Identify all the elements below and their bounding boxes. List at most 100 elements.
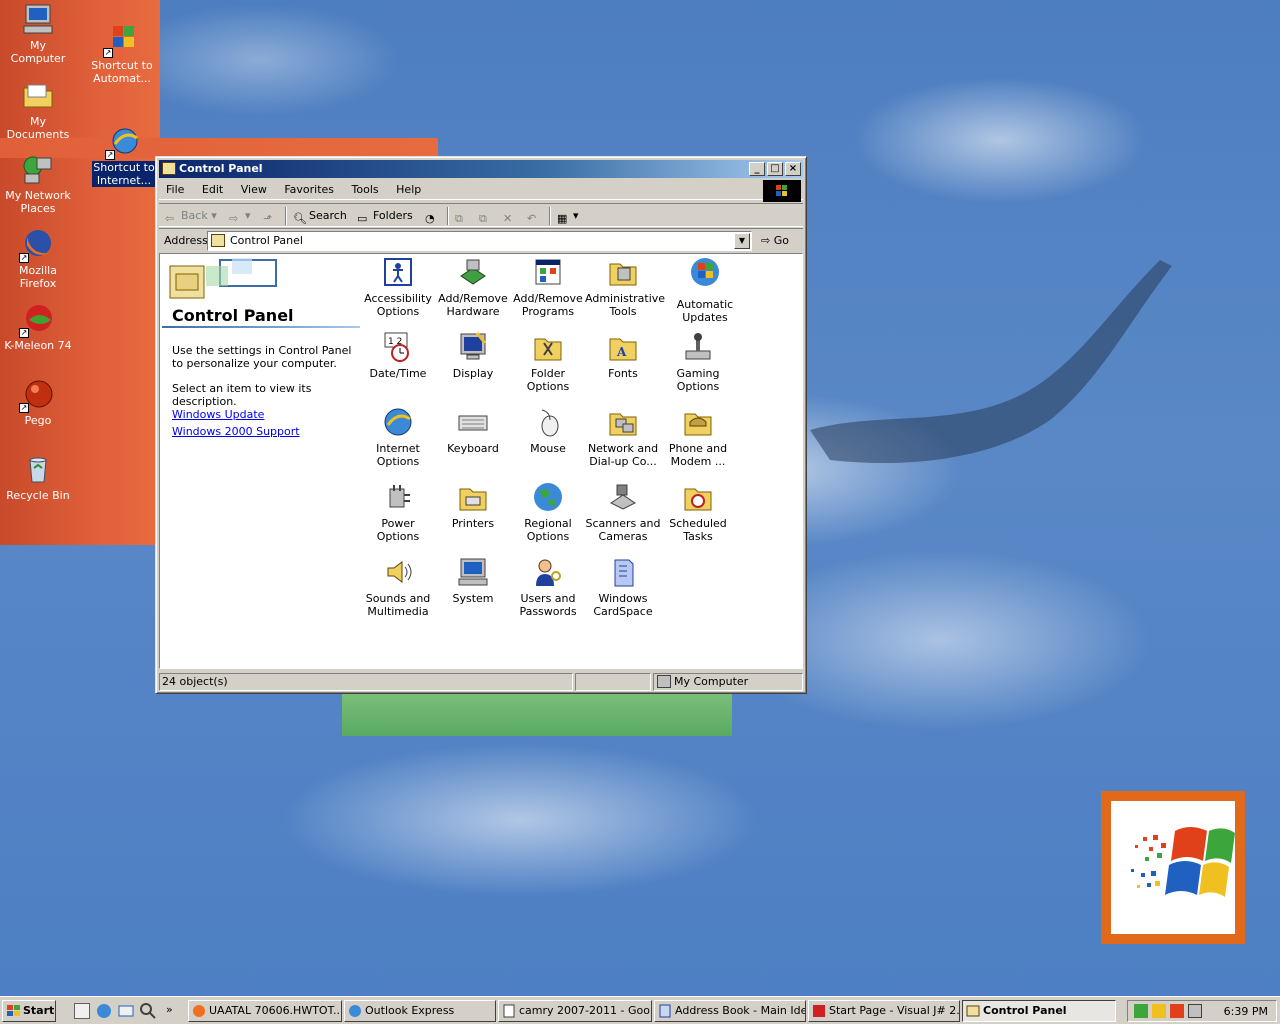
visual-studio-icon bbox=[812, 1004, 826, 1018]
delete-button[interactable]: ✕ bbox=[503, 207, 519, 225]
cp-item-sounds-multimedia[interactable]: Sounds and Multimedia bbox=[360, 556, 436, 618]
cp-item-internet-options[interactable]: Internet Options bbox=[360, 406, 436, 468]
windows-2000-support-link[interactable]: Windows 2000 Support bbox=[172, 425, 300, 438]
title-bar[interactable]: Control Panel _ □ × bbox=[159, 160, 803, 178]
up-folder-button[interactable]: ⬏ bbox=[263, 207, 279, 225]
cp-item-accessibility-options[interactable]: Accessibility Options bbox=[360, 256, 436, 318]
outlook-express-icon[interactable] bbox=[118, 1003, 134, 1019]
left-pane-hint: Select an item to view its description. bbox=[172, 382, 312, 408]
left-pane-description: Use the settings in Control Panel to per… bbox=[172, 344, 352, 370]
cp-item-system[interactable]: System bbox=[435, 556, 511, 605]
go-button[interactable]: ⇨ Go bbox=[761, 234, 789, 247]
cp-item-automatic-updates[interactable]: Automatic Updates bbox=[667, 256, 743, 324]
cp-item-label: Administrative Tools bbox=[585, 292, 666, 318]
search-button[interactable]: 🔍︎ Search bbox=[293, 207, 347, 225]
shortcut-arrow-icon: ↗ bbox=[19, 253, 29, 263]
cp-item-label: Sounds and Multimedia bbox=[365, 592, 431, 618]
windows-update-link[interactable]: Windows Update bbox=[172, 408, 264, 421]
internet-explorer-icon bbox=[382, 406, 414, 438]
cp-item-phone-modem[interactable]: Phone and Modem ... bbox=[660, 406, 736, 468]
cp-item-keyboard[interactable]: Keyboard bbox=[435, 406, 511, 455]
taskbar: Start » UAATAL 70606.HWTOT... Outlook Ex… bbox=[0, 996, 1280, 1024]
cp-item-scheduled-tasks[interactable]: Scheduled Tasks bbox=[660, 481, 736, 543]
desktop-icon-mozilla-firefox[interactable]: ↗ Mozilla Firefox bbox=[0, 227, 76, 290]
desktop-icon-my-computer[interactable]: My Computer bbox=[0, 2, 76, 65]
cp-item-power-options[interactable]: Power Options bbox=[360, 481, 436, 543]
cp-item-regional-options[interactable]: Regional Options bbox=[510, 481, 586, 543]
copy-to-button[interactable]: ⧉ bbox=[479, 207, 495, 225]
back-button[interactable]: ⇦ Back ▾ bbox=[165, 207, 217, 225]
cp-item-label: Accessibility Options bbox=[364, 292, 432, 318]
cp-item-scanners-cameras[interactable]: Scanners and Cameras bbox=[585, 481, 661, 543]
cp-item-users-passwords[interactable]: Users and Passwords bbox=[510, 556, 586, 618]
menu-favorites[interactable]: Favorites bbox=[277, 180, 341, 199]
address-field[interactable]: Control Panel ▼ bbox=[207, 231, 752, 251]
menu-view[interactable]: View bbox=[234, 180, 274, 199]
forward-button[interactable]: ⇨ ▾ bbox=[229, 207, 251, 225]
folder-options-icon bbox=[532, 331, 564, 363]
cp-item-add-remove-programs[interactable]: Add/Remove Programs bbox=[510, 256, 586, 318]
tray-display-icon[interactable] bbox=[1188, 1004, 1202, 1018]
desktop-icon-pego[interactable]: ↗ Pego bbox=[0, 377, 76, 427]
cp-item-administrative-tools[interactable]: Administrative Tools bbox=[585, 256, 665, 318]
desktop-icon-shortcut-automatic[interactable]: ↗ Shortcut to Automat... bbox=[84, 22, 160, 85]
minimize-button[interactable]: _ bbox=[749, 162, 765, 176]
cp-item-display[interactable]: Display bbox=[435, 331, 511, 380]
tray-volume-icon[interactable] bbox=[1152, 1004, 1166, 1018]
task-button-control-panel[interactable]: Control Panel bbox=[962, 1000, 1116, 1022]
task-label: Outlook Express bbox=[365, 1004, 455, 1017]
menu-edit[interactable]: Edit bbox=[195, 180, 230, 199]
menu-help[interactable]: Help bbox=[389, 180, 428, 199]
windows-logo-icon bbox=[1131, 827, 1235, 897]
desktop-icon-recycle-bin[interactable]: Recycle Bin bbox=[0, 452, 76, 502]
desktop-icon-my-network-places[interactable]: My Network Places bbox=[0, 152, 76, 215]
folders-button[interactable]: ▭ Folders bbox=[357, 207, 413, 225]
cp-item-windows-cardspace[interactable]: Windows CardSpace bbox=[585, 556, 661, 618]
search-icon[interactable] bbox=[140, 1003, 156, 1019]
move-to-button[interactable]: ⧉ bbox=[455, 207, 471, 225]
menu-bar: File Edit View Favorites Tools Help bbox=[159, 180, 803, 202]
cp-item-add-remove-hardware[interactable]: Add/Remove Hardware bbox=[435, 256, 511, 318]
cp-item-gaming-options[interactable]: Gaming Options bbox=[660, 331, 736, 393]
cp-item-folder-options[interactable]: Folder Options bbox=[510, 331, 586, 393]
maximize-button[interactable]: □ bbox=[767, 162, 783, 176]
more-quicklaunch-icon[interactable]: » bbox=[166, 1003, 182, 1019]
task-button-firefox[interactable]: UAATAL 70606.HWTOT... bbox=[188, 1000, 342, 1022]
start-button[interactable]: Start bbox=[2, 1000, 56, 1022]
cp-item-network-dialup[interactable]: Network and Dial-up Co... bbox=[585, 406, 661, 468]
views-button[interactable]: ▦ ▾ bbox=[557, 207, 579, 225]
tray-windows-update-icon[interactable] bbox=[1170, 1004, 1184, 1018]
task-button-address-book[interactable]: Address Book - Main Ide... bbox=[654, 1000, 806, 1022]
cp-item-printers[interactable]: Printers bbox=[435, 481, 511, 530]
tray-network-icon[interactable] bbox=[1134, 1004, 1148, 1018]
task-button-camry[interactable]: camry 2007-2011 - Goo... bbox=[498, 1000, 652, 1022]
outlook-icon bbox=[348, 1004, 362, 1018]
cp-item-label: Mouse bbox=[530, 442, 566, 455]
internet-explorer-icon[interactable] bbox=[96, 1003, 112, 1019]
wallpaper-green-band bbox=[342, 692, 732, 736]
cp-item-fonts[interactable]: A Fonts bbox=[585, 331, 661, 380]
task-button-outlook-express[interactable]: Outlook Express bbox=[344, 1000, 496, 1022]
cp-item-date-time[interactable]: 1 2 Date/Time bbox=[360, 331, 436, 380]
cp-item-mouse[interactable]: Mouse bbox=[510, 406, 586, 455]
address-value: Control Panel bbox=[230, 234, 303, 247]
task-button-visual-j[interactable]: Start Page - Visual J# 2... bbox=[808, 1000, 960, 1022]
windows-flag-icon bbox=[7, 1005, 20, 1016]
desktop-icon-shortcut-internet[interactable]: ↗ Shortcut to Internet... bbox=[92, 124, 156, 187]
show-desktop-icon[interactable] bbox=[74, 1003, 90, 1019]
undo-button[interactable]: ↶ bbox=[527, 207, 543, 225]
clock[interactable]: 6:39 PM bbox=[1224, 1005, 1268, 1018]
desktop-icon-my-documents[interactable]: My Documents bbox=[0, 78, 76, 141]
cp-item-label: Folder Options bbox=[526, 367, 570, 393]
history-button[interactable]: ◔ bbox=[425, 207, 441, 225]
programs-icon bbox=[532, 256, 564, 288]
desktop-icon-k-meleon[interactable]: ↗ K-Meleon 74 bbox=[0, 302, 76, 352]
close-button[interactable]: × bbox=[785, 162, 801, 176]
folders-label: Folders bbox=[373, 209, 413, 222]
cp-item-label: Regional Options bbox=[524, 517, 572, 543]
menu-tools[interactable]: Tools bbox=[345, 180, 386, 199]
joystick-icon bbox=[682, 331, 714, 363]
address-dropdown-button[interactable]: ▼ bbox=[734, 233, 750, 249]
desktop-icon-label: Pego bbox=[24, 414, 52, 427]
menu-file[interactable]: File bbox=[159, 180, 191, 199]
